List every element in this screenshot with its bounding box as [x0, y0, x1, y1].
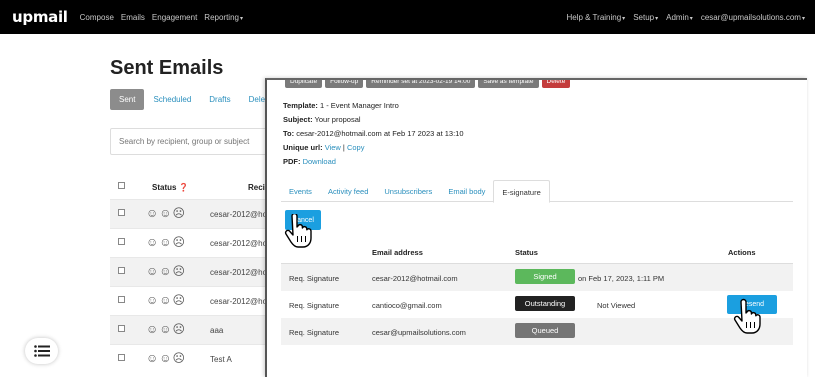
nav-right: Help & Training▾ Setup▾ Admin▾ cesar@upm… — [566, 0, 805, 34]
nav-compose[interactable]: Compose — [80, 13, 114, 22]
email-column-header: Email address — [372, 248, 423, 257]
status-note: Not Viewed — [597, 301, 636, 310]
caret-down-icon: ▾ — [622, 15, 626, 22]
nav-engagement[interactable]: Engagement — [152, 13, 197, 22]
tab-activity-feed[interactable]: Activity feed — [320, 180, 376, 201]
select-all-checkbox[interactable] — [118, 182, 125, 191]
upmail-logo[interactable]: upmail — [12, 8, 68, 26]
download-link[interactable]: Download — [303, 157, 336, 166]
signer-email: cesar-2012@hotmail.com — [372, 274, 458, 283]
view-link[interactable]: View — [325, 143, 341, 152]
row-checkbox[interactable] — [118, 354, 125, 361]
tab-events[interactable]: Events — [281, 180, 320, 201]
signer-email: cesar@upmailsolutions.com — [372, 328, 466, 337]
to-info: To: cesar-2012@hotmail.com at Feb 17 202… — [283, 129, 464, 138]
row-checkbox[interactable] — [118, 296, 125, 303]
table-row[interactable]: ☺☺☹ Test A — [110, 344, 280, 373]
row-checkbox[interactable] — [118, 325, 125, 332]
delete-button[interactable]: Delete — [541, 80, 571, 88]
email-detail-modal: Duplicate Follow-up Reminder set at 2023… — [265, 78, 807, 377]
table-row[interactable]: ☺☺☹ cesar-2012@hot — [110, 199, 280, 228]
engagement-faces-icon: ☺☺☹ — [146, 322, 187, 336]
status-badge: Signed — [515, 269, 575, 284]
table-row[interactable]: ☺☺☹ cesar-2012@ho — [110, 286, 280, 315]
hand-pointer-icon — [284, 214, 312, 248]
menu-toggle-button[interactable] — [25, 338, 58, 364]
page-title: Sent Emails — [110, 57, 224, 79]
hamburger-icon — [33, 345, 50, 357]
tab-scheduled[interactable]: Scheduled — [144, 89, 200, 110]
request-type: Req. Signature — [289, 328, 340, 337]
signer-email: cantioco@gmail.com — [372, 301, 442, 310]
top-navbar: upmail Compose Emails Engagement Reporti… — [0, 0, 815, 34]
row-recipient: cesar-2012@hot — [210, 239, 270, 248]
sent-emails-tabs: Sent Scheduled Drafts Delete — [110, 89, 281, 110]
request-type: Req. Signature — [289, 274, 340, 283]
nav-setup[interactable]: Setup▾ — [633, 13, 658, 22]
nav-user-account[interactable]: cesar@upmailsolutions.com▾ — [701, 13, 805, 22]
esign-row: Req. Signature cesar@upmailsolutions.com… — [281, 318, 793, 345]
caret-down-icon: ▾ — [801, 15, 805, 22]
status-badge: Queued — [515, 323, 575, 338]
engagement-faces-icon: ☺☺☹ — [146, 351, 187, 365]
caret-down-icon: ▾ — [689, 15, 693, 22]
nav-emails[interactable]: Emails — [121, 13, 145, 22]
row-checkbox[interactable] — [118, 267, 125, 274]
nav-admin[interactable]: Admin▾ — [666, 13, 693, 22]
table-row[interactable]: ☺☺☹ cesar-2012@hot — [110, 228, 280, 257]
status-badge: Outstanding — [515, 296, 575, 311]
copy-link[interactable]: Copy — [347, 143, 365, 152]
caret-down-icon: ▾ — [239, 15, 243, 22]
sent-table-header: Status ❓ Recip — [110, 178, 280, 198]
caret-down-icon: ▾ — [655, 15, 659, 22]
tab-e-signature[interactable]: E-signature — [493, 180, 550, 203]
engagement-faces-icon: ☺☺☹ — [146, 264, 187, 278]
pdf-info: PDF: Download — [283, 157, 336, 166]
row-recipient: aaa — [210, 326, 224, 335]
table-row[interactable]: ☺☺☹ aaa — [110, 315, 280, 344]
nav-reporting[interactable]: Reporting▾ — [204, 13, 243, 22]
row-recipient: Test A — [210, 355, 232, 364]
reminder-button[interactable]: Reminder set at 2023-02-19 14:00 — [366, 80, 476, 88]
tab-drafts[interactable]: Drafts — [200, 89, 239, 110]
esign-row: Req. Signature cantioco@gmail.com Outsta… — [281, 291, 793, 318]
row-recipient: cesar-2012@hot — [210, 268, 270, 277]
row-checkbox[interactable] — [118, 238, 125, 245]
duplicate-button[interactable]: Duplicate — [285, 80, 323, 88]
actions-column-header: Actions — [728, 248, 756, 257]
engagement-faces-icon: ☺☺☹ — [146, 235, 187, 249]
search-input[interactable] — [110, 128, 280, 155]
subject-info: Subject: Your proposal — [283, 115, 361, 124]
template-info: Template: 1 - Event Manager Intro — [283, 101, 399, 110]
table-row[interactable]: ☺☺☹ cesar-2012@hot — [110, 257, 280, 286]
row-checkbox[interactable] — [118, 209, 125, 216]
help-icon: ❓ — [178, 183, 189, 192]
nav-left: Compose Emails Engagement Reporting▾ — [80, 13, 243, 22]
request-type: Req. Signature — [289, 301, 340, 310]
modal-tabs: Events Activity feed Unsubscribers Email… — [281, 180, 793, 203]
follow-up-button[interactable]: Follow-up — [325, 80, 364, 88]
engagement-faces-icon: ☺☺☹ — [146, 206, 187, 220]
hand-pointer-icon — [733, 298, 761, 334]
tab-email-body[interactable]: Email body — [440, 180, 493, 201]
tab-unsubscribers[interactable]: Unsubscribers — [376, 180, 440, 201]
status-column-header: Status — [515, 248, 538, 257]
unique-url-info: Unique url: View | Copy — [283, 143, 365, 152]
row-recipient: cesar-2012@hot — [210, 210, 270, 219]
modal-action-buttons: Duplicate Follow-up Reminder set at 2023… — [285, 80, 571, 88]
save-as-template-button[interactable]: Save as template — [478, 80, 539, 88]
status-note: on Feb 17, 2023, 1:11 PM — [578, 274, 665, 283]
esign-table-header: Email address Status Actions — [281, 242, 793, 264]
tab-sent[interactable]: Sent — [110, 89, 145, 110]
status-column-header[interactable]: Status ❓ — [152, 183, 189, 192]
esign-row: Req. Signature cesar-2012@hotmail.com Si… — [281, 264, 793, 291]
nav-help-training[interactable]: Help & Training▾ — [566, 13, 625, 22]
row-recipient: cesar-2012@ho — [210, 297, 268, 306]
engagement-faces-icon: ☺☺☹ — [146, 293, 187, 307]
